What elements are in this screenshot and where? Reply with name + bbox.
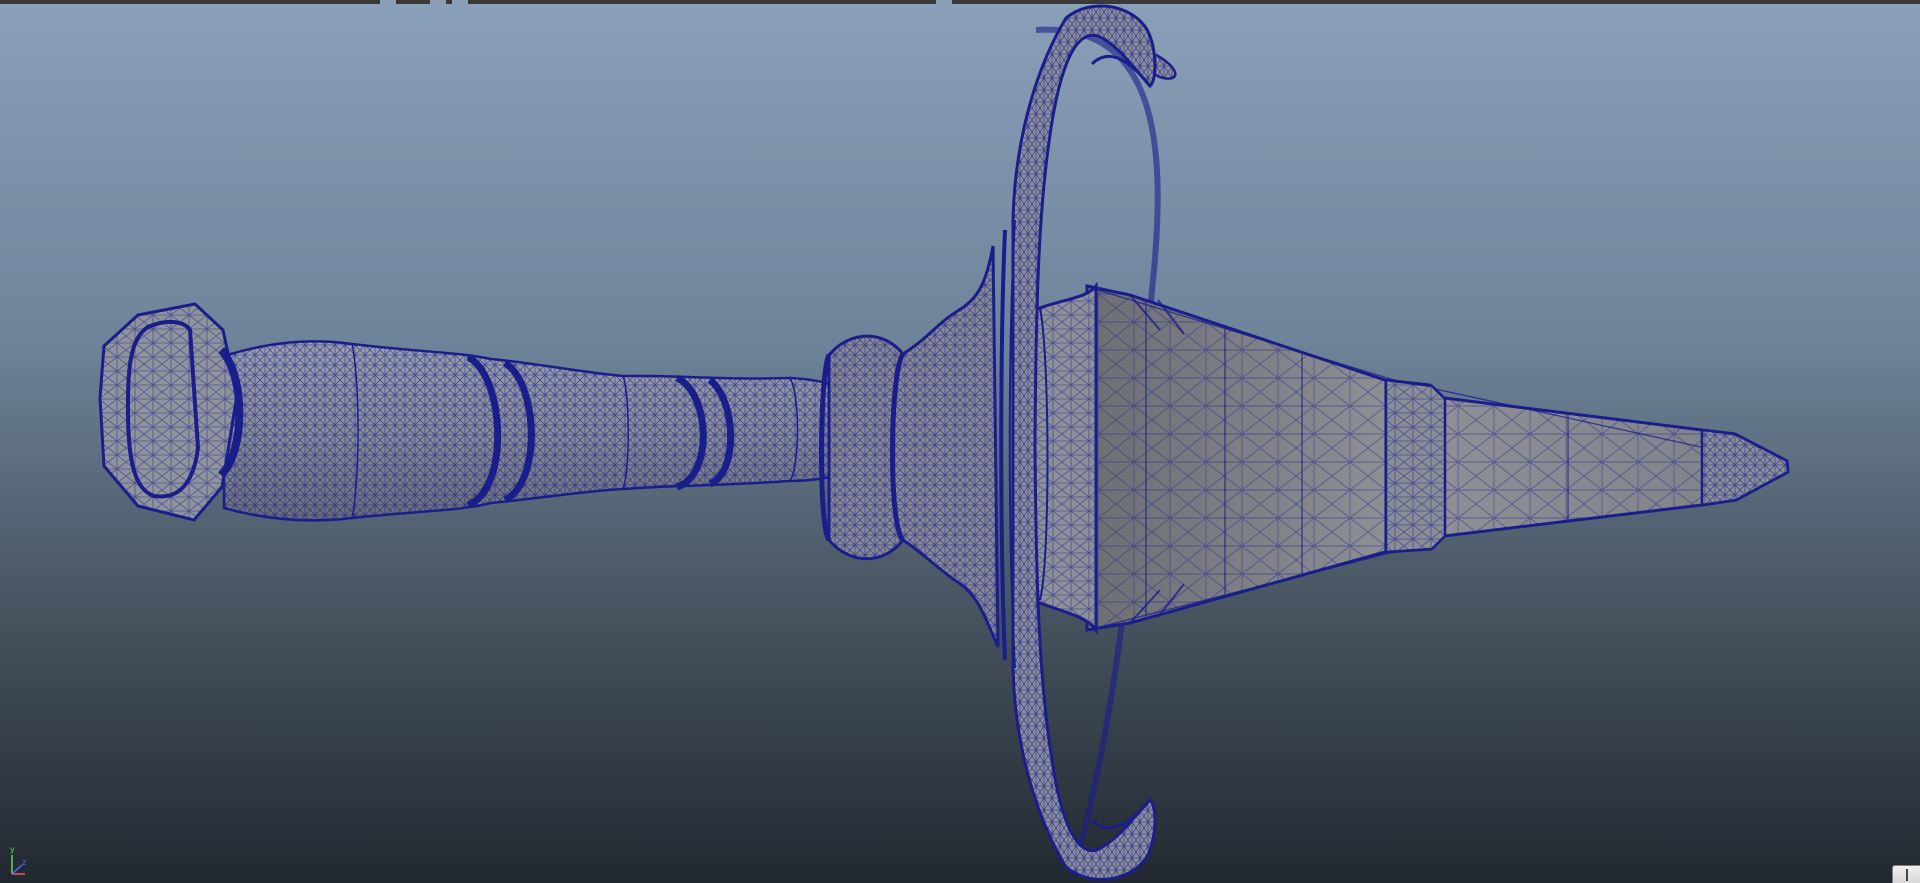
toolbar-tick — [380, 0, 396, 4]
pommel — [98, 302, 244, 522]
axis-label-y: y — [10, 845, 15, 854]
handle — [222, 340, 854, 522]
toolbar-tick — [430, 0, 446, 4]
axis-label-z: z — [22, 858, 26, 867]
axis-gizmo: y z — [10, 845, 26, 875]
dagger-wireframe-scene[interactable] — [0, 0, 1920, 883]
z-axis-icon — [11, 864, 23, 875]
toolbar-tick — [936, 0, 952, 4]
guard-socket — [819, 245, 1098, 648]
top-toolbar-strip — [0, 0, 1920, 4]
toolbar-tick — [452, 0, 468, 4]
3d-viewport[interactable]: y z — [0, 0, 1920, 883]
viewport-corner-handle[interactable] — [1892, 865, 1920, 883]
